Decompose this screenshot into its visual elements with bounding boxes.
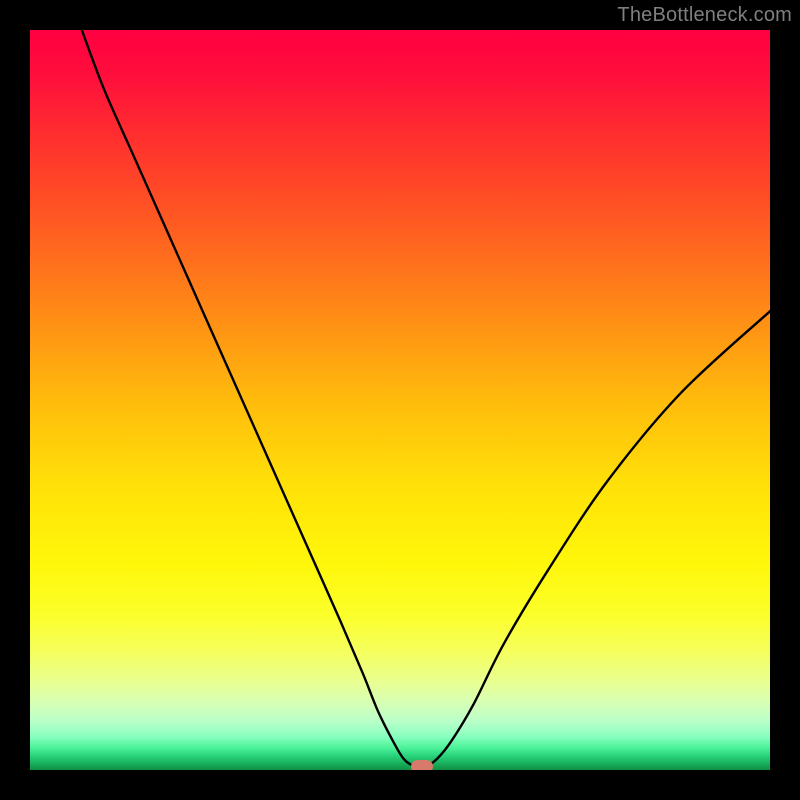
optimal-point-marker [411, 760, 433, 770]
watermark-text: TheBottleneck.com [617, 4, 792, 27]
bottleneck-curve [30, 30, 770, 770]
chart-frame: TheBottleneck.com [0, 0, 800, 800]
plot-area [30, 30, 770, 770]
